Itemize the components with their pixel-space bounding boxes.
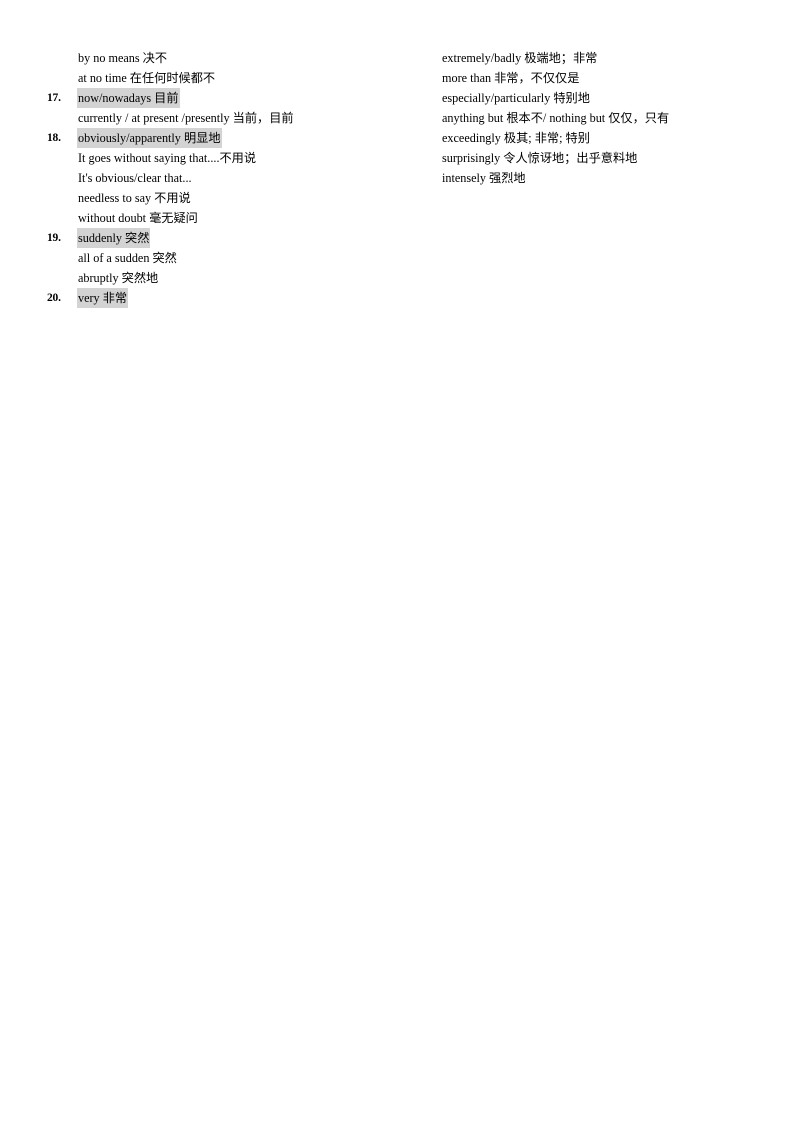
list-item-number: 17.: [47, 92, 61, 104]
document-page: by no means 决不 at no time 在任何时候都不 17. now/n…: [0, 0, 794, 1123]
entry-text: extremely/badly 极端地；非常: [442, 51, 598, 65]
vocabulary-line: without doubt 毫无疑问: [47, 208, 407, 228]
vocabulary-line: all of a sudden 突然: [47, 248, 407, 268]
entry-text: especially/particularly 特别地: [442, 91, 590, 105]
vocabulary-line: anything but 根本不/ nothing but 仅仅，只有: [441, 108, 761, 128]
vocabulary-line: currently / at present /presently 当前，目前: [47, 108, 407, 128]
highlighted-entry-text: suddenly 突然: [77, 228, 151, 248]
vocabulary-line: 19. suddenly 突然: [47, 228, 407, 248]
entry-text: at no time 在任何时候都不: [78, 71, 216, 85]
highlighted-entry-text: very 非常: [77, 288, 129, 308]
vocabulary-line: extremely/badly 极端地；非常: [441, 48, 761, 68]
vocabulary-line: It goes without saying that....不用说: [47, 148, 407, 168]
entry-text: currently / at present /presently 当前，目前: [78, 111, 294, 125]
list-item-number: 18.: [47, 132, 61, 144]
entry-text: It's obvious/clear that...: [78, 171, 192, 185]
entry-text: all of a sudden 突然: [78, 251, 177, 265]
vocabulary-line: exceedingly 极其; 非常; 特别: [441, 128, 761, 148]
vocabulary-line: by no means 决不: [47, 48, 407, 68]
entry-text: anything but 根本不/ nothing but 仅仅，只有: [442, 111, 670, 125]
vocabulary-column-left: by no means 决不 at no time 在任何时候都不 17. now/n…: [47, 48, 407, 308]
entry-text: by no means 决不: [78, 51, 168, 65]
entry-text: needless to say 不用说: [78, 191, 191, 205]
highlighted-entry-text: obviously/apparently 明显地: [77, 128, 222, 148]
entry-text: without doubt 毫无疑问: [78, 211, 198, 225]
entry-text: more than 非常，不仅仅是: [442, 71, 580, 85]
vocabulary-line: 20. very 非常: [47, 288, 407, 308]
highlighted-entry-text: now/nowadays 目前: [77, 88, 180, 108]
entry-text: intensely 强烈地: [442, 171, 526, 185]
vocabulary-line: at no time 在任何时候都不: [47, 68, 407, 88]
vocabulary-line: more than 非常，不仅仅是: [441, 68, 761, 88]
vocabulary-line: intensely 强烈地: [441, 168, 761, 188]
vocabulary-line: surprisingly 令人惊讶地；出乎意料地: [441, 148, 761, 168]
list-item-number: 19.: [47, 232, 61, 244]
vocabulary-line: 18. obviously/apparently 明显地: [47, 128, 407, 148]
list-item-number: 20.: [47, 292, 61, 304]
entry-text: abruptly 突然地: [78, 271, 159, 285]
vocabulary-line: 17. now/nowadays 目前: [47, 88, 407, 108]
vocabulary-line: It's obvious/clear that...: [47, 168, 407, 188]
vocabulary-column-right: extremely/badly 极端地；非常 more than 非常，不仅仅是 e…: [441, 48, 761, 188]
entry-text: surprisingly 令人惊讶地；出乎意料地: [442, 151, 638, 165]
vocabulary-line: especially/particularly 特别地: [441, 88, 761, 108]
vocabulary-line: abruptly 突然地: [47, 268, 407, 288]
entry-text: It goes without saying that....不用说: [78, 151, 257, 165]
entry-text: exceedingly 极其; 非常; 特别: [442, 131, 590, 145]
vocabulary-line: needless to say 不用说: [47, 188, 407, 208]
